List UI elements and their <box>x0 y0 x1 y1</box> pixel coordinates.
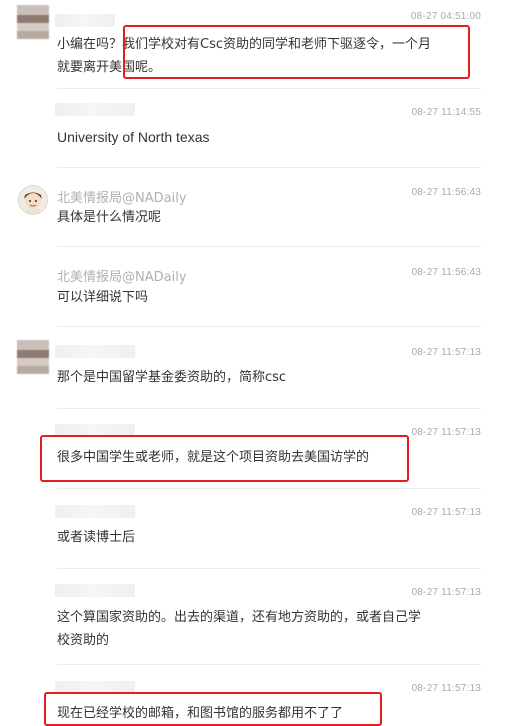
divider <box>57 664 481 665</box>
divider <box>57 488 481 489</box>
comment-time: 08-27 11:57:13 <box>411 507 481 518</box>
divider <box>57 167 481 168</box>
comment-text: 这个算国家资助的。出去的渠道，还有地方资助的，或者自己学 校资助的 <box>57 610 422 648</box>
user-avatar <box>17 340 49 374</box>
comment-text: 可以详细说下吗 <box>57 290 149 305</box>
comment-time: 08-27 11:57:13 <box>411 347 481 358</box>
highlight-box <box>44 692 382 726</box>
comment-time: 08-27 11:56:43 <box>411 187 481 198</box>
comment-time: 08-27 11:57:13 <box>411 683 481 694</box>
user-name-blurred <box>55 14 115 27</box>
comment-time: 08-27 04:51:00 <box>410 11 481 22</box>
comment-text: 具体是什么情况呢 <box>57 210 162 225</box>
divider <box>57 88 481 89</box>
comment-time: 08-27 11:57:13 <box>411 587 481 598</box>
cartoon-avatar-icon <box>24 192 42 214</box>
divider <box>57 568 481 569</box>
user-name-blurred <box>55 584 135 597</box>
comment-time: 08-27 11:14:55 <box>411 107 481 118</box>
user-name[interactable]: 北美情报局@NADaily <box>57 266 187 285</box>
user-name-blurred <box>55 345 135 358</box>
comment-text: 那个是中国留学基金委资助的，简称csc <box>57 370 287 385</box>
user-name[interactable]: 北美情报局@NADaily <box>57 187 187 206</box>
highlight-box <box>123 25 470 79</box>
comment-text: 或者读博士后 <box>57 530 136 545</box>
user-name-blurred <box>55 103 135 116</box>
user-avatar <box>17 5 49 39</box>
divider <box>57 246 481 247</box>
user-name-blurred <box>55 505 135 518</box>
comment-text: University of North texas <box>57 129 210 145</box>
divider <box>57 326 481 327</box>
nadaily-avatar <box>18 185 48 215</box>
divider <box>57 408 481 409</box>
comment-time: 08-27 11:56:43 <box>411 267 481 278</box>
comment-time: 08-27 11:57:13 <box>411 427 481 438</box>
highlight-box <box>40 435 409 482</box>
